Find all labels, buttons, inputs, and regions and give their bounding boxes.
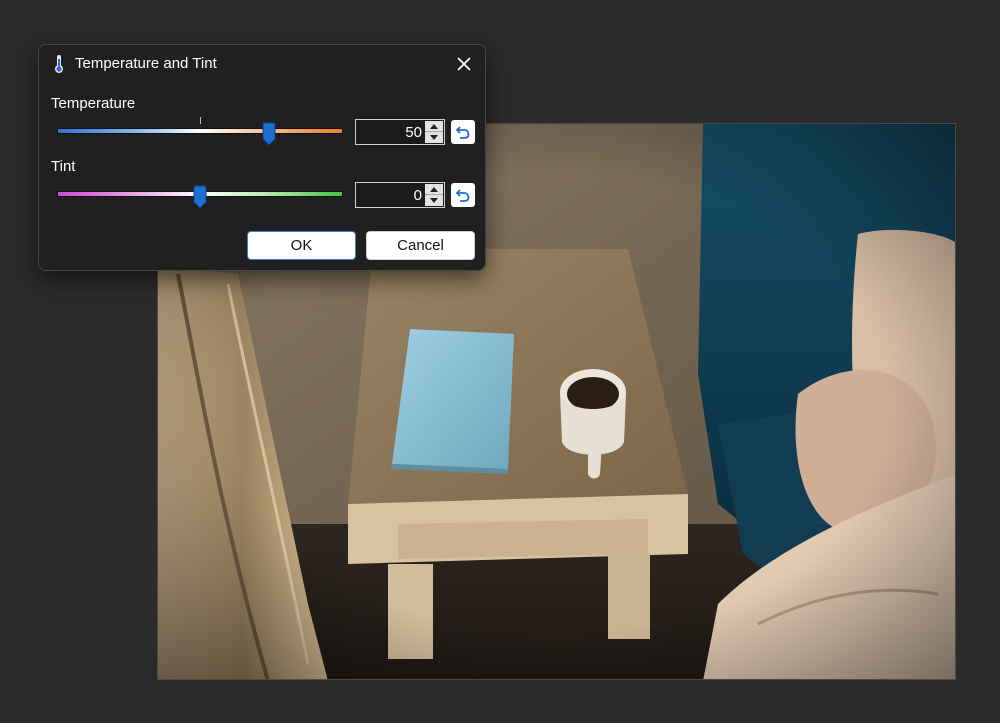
- temperature-thumb[interactable]: [262, 122, 276, 146]
- caret-down-icon: [430, 135, 438, 140]
- close-button[interactable]: [449, 49, 479, 79]
- cancel-button[interactable]: Cancel: [366, 231, 475, 260]
- close-icon: [457, 57, 471, 71]
- caret-down-icon: [430, 198, 438, 203]
- tint-thumb[interactable]: [193, 185, 207, 209]
- temperature-decrement-button[interactable]: [425, 132, 443, 143]
- caret-up-icon: [430, 186, 438, 192]
- temperature-label: Temperature: [51, 95, 136, 112]
- temperature-reset-button[interactable]: [451, 120, 475, 144]
- tint-spinbox[interactable]: 0: [355, 182, 445, 208]
- tint-spin-buttons: [425, 184, 443, 206]
- temperature-track[interactable]: [57, 128, 343, 134]
- tint-value[interactable]: 0: [414, 187, 422, 204]
- temperature-center-tick: [200, 117, 201, 124]
- thermometer-icon: [55, 55, 63, 73]
- dialog-title: Temperature and Tint: [75, 55, 217, 72]
- tint-reset-button[interactable]: [451, 183, 475, 207]
- tint-slider[interactable]: [57, 182, 343, 209]
- temperature-slider[interactable]: [57, 117, 343, 146]
- tint-decrement-button[interactable]: [425, 195, 443, 206]
- temperature-spin-buttons: [425, 121, 443, 143]
- temperature-tint-dialog: Temperature and Tint Temperature 50 Tint…: [38, 44, 486, 271]
- caret-up-icon: [430, 123, 438, 129]
- dialog-titlebar[interactable]: Temperature and Tint: [39, 45, 485, 83]
- temperature-increment-button[interactable]: [425, 121, 443, 132]
- temperature-spinbox[interactable]: 50: [355, 119, 445, 145]
- undo-icon: [456, 126, 470, 139]
- undo-icon: [456, 189, 470, 202]
- tint-increment-button[interactable]: [425, 184, 443, 195]
- tint-label: Tint: [51, 158, 76, 175]
- temperature-value[interactable]: 50: [405, 124, 422, 141]
- ok-button[interactable]: OK: [247, 231, 356, 260]
